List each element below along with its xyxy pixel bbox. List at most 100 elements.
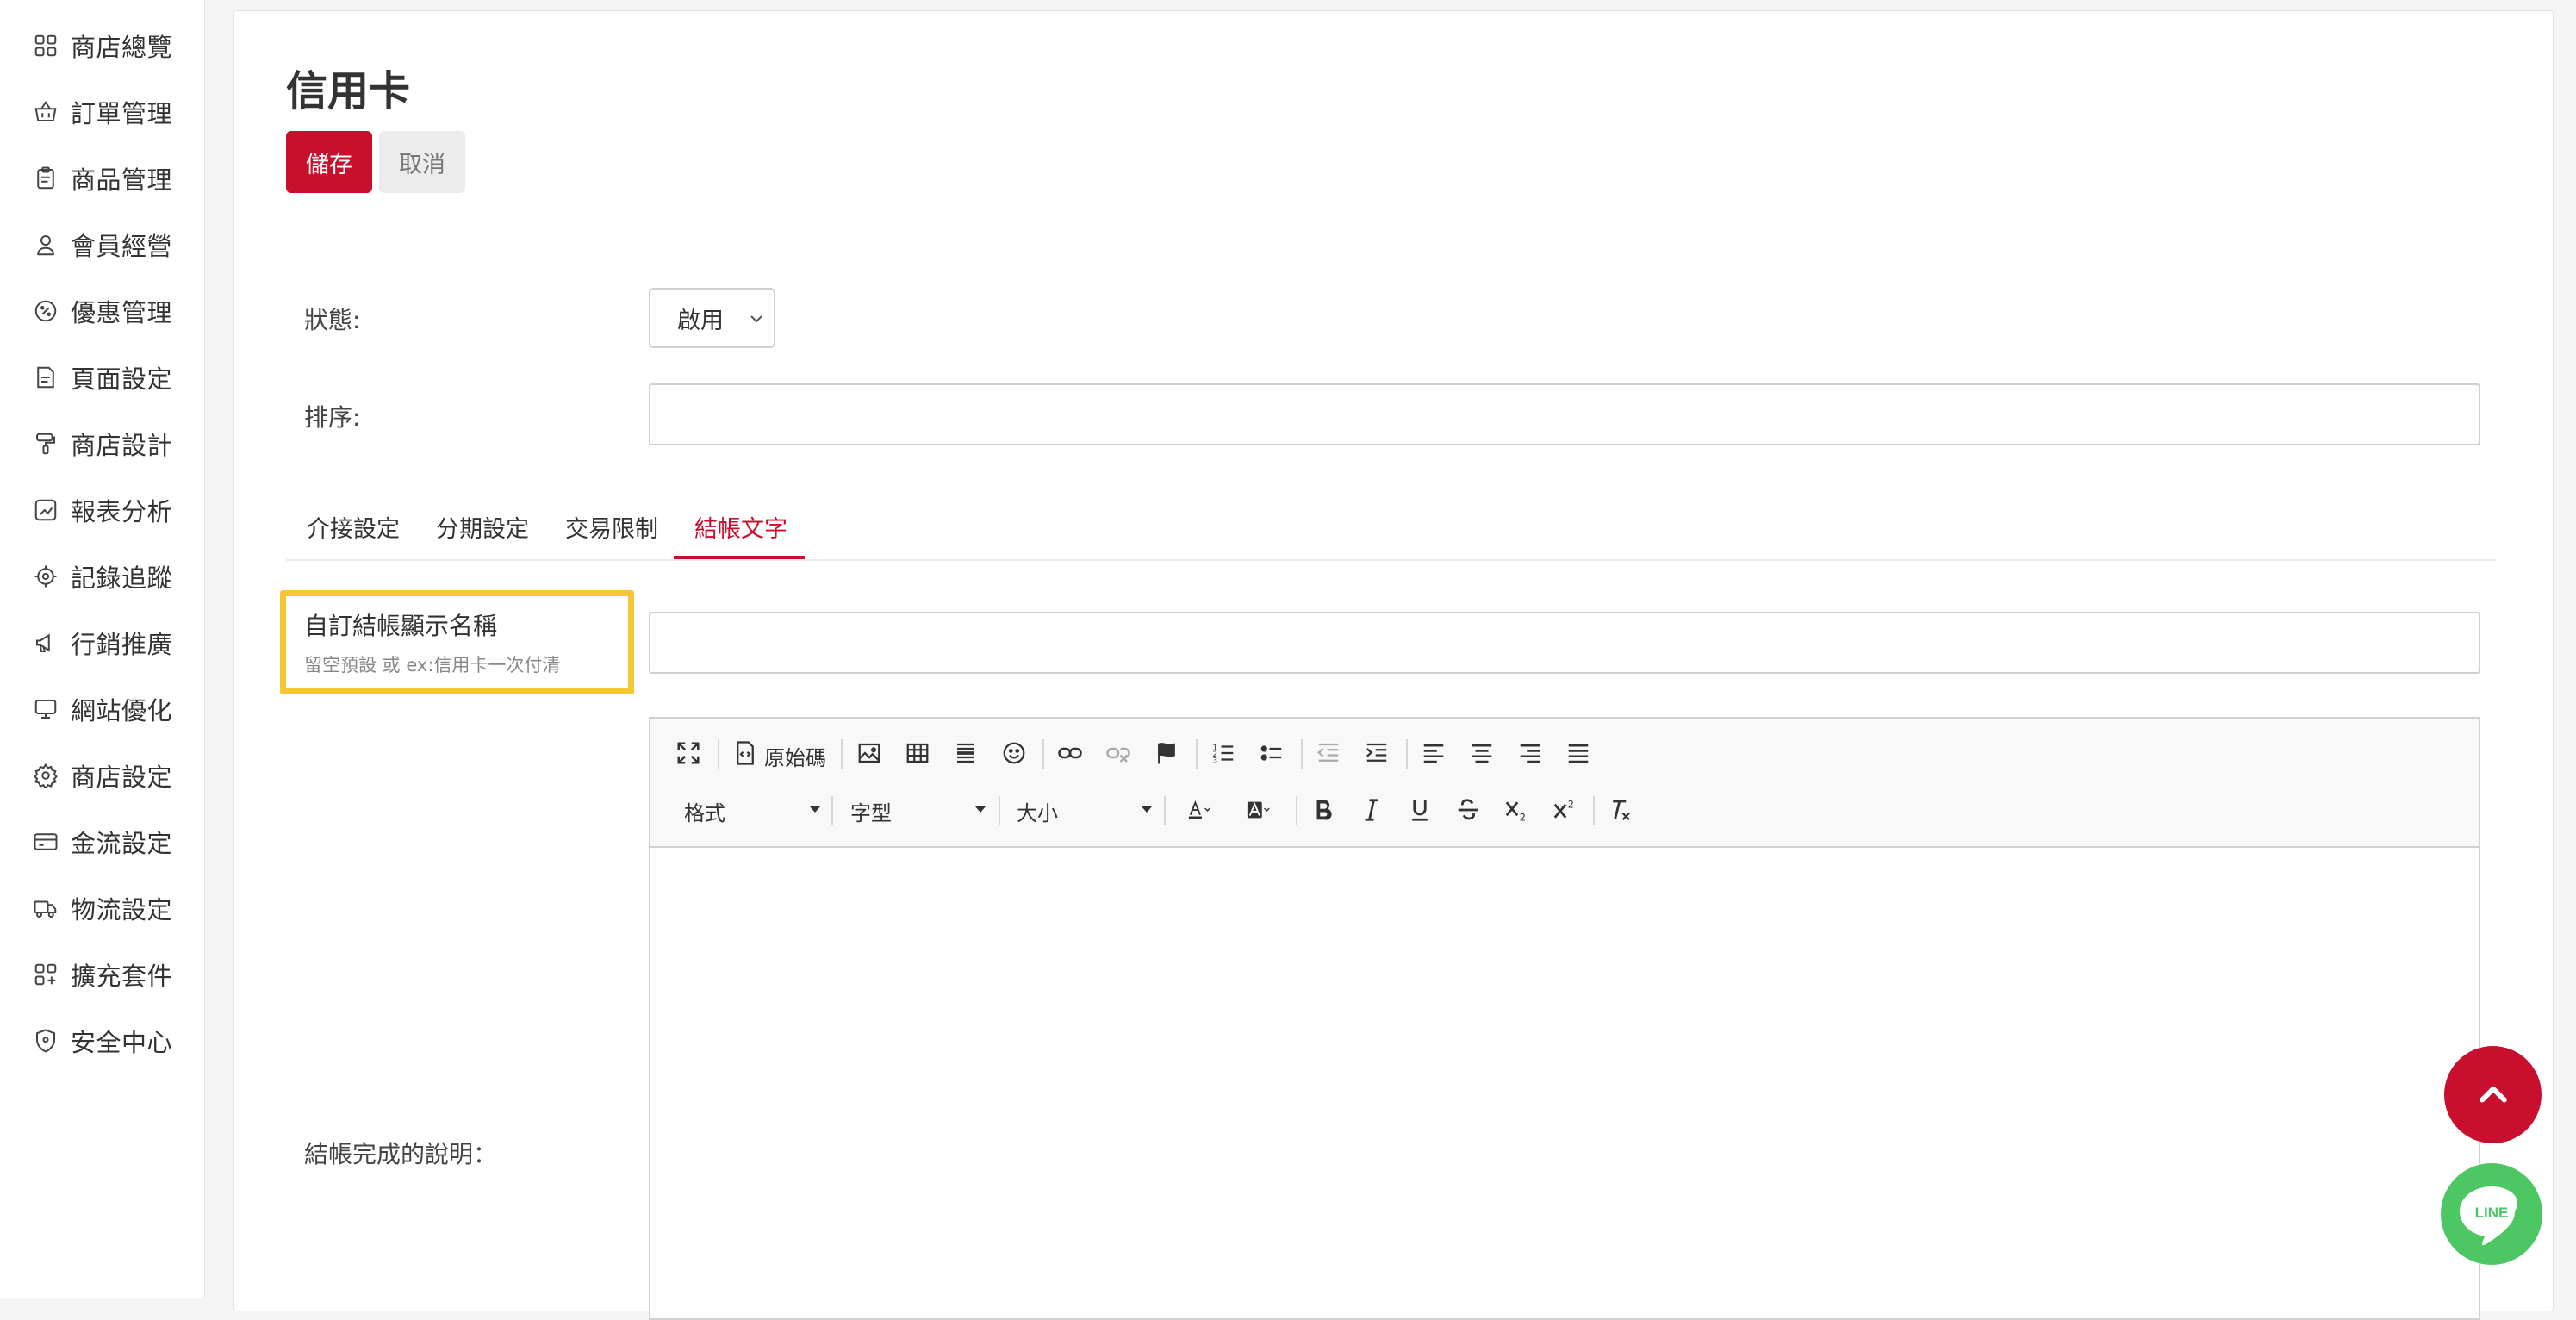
status-label: 狀態: [304, 306, 361, 334]
chevron-up-icon [2479, 1086, 2507, 1102]
chart-icon [34, 499, 57, 521]
sidebar-item-label: 安全中心 [71, 1028, 173, 1057]
sidebar-item-promotions[interactable]: 優惠管理 [33, 290, 172, 333]
toolbar-separator [831, 796, 833, 825]
basket-icon [34, 100, 57, 121]
font-dropdown[interactable]: 字型 [850, 793, 988, 827]
display-name-input[interactable] [649, 612, 2480, 674]
sidebar-item-label: 物流設定 [71, 895, 173, 925]
background-color-icon[interactable] [1238, 794, 1279, 825]
align-right-icon[interactable] [1515, 738, 1546, 769]
image-icon[interactable] [854, 738, 885, 769]
status-select[interactable]: 啟用 [649, 288, 775, 348]
toolbar-separator [841, 739, 843, 769]
cancel-button[interactable]: 取消 [379, 131, 465, 193]
text-color-icon[interactable] [1179, 794, 1221, 825]
tabs-divider [286, 559, 2497, 561]
dropdown-arrow-icon [810, 806, 820, 813]
truck-icon [34, 900, 57, 918]
tab-checkout-text[interactable]: 結帳文字 [694, 510, 787, 544]
underline-icon[interactable] [1404, 794, 1435, 825]
strikethrough-icon[interactable] [1453, 794, 1484, 825]
user-icon [37, 235, 54, 256]
sidebar-item-logistics[interactable]: 物流設定 [33, 887, 172, 930]
sidebar: 商店總覽 訂單管理 商品管理 會員經營 優惠管理 頁面設定 商店設計 報表分析 … [0, 0, 205, 1298]
line-chat-button[interactable]: LINE [2441, 1163, 2542, 1265]
size-dropdown[interactable]: 大小 [1017, 793, 1154, 827]
sidebar-item-members[interactable]: 會員經營 [33, 223, 172, 266]
source-code-button[interactable]: 原始碼 [764, 741, 826, 771]
format-dropdown[interactable]: 格式 [684, 793, 822, 827]
subscript-icon[interactable]: 2 [1501, 794, 1532, 825]
page-title: 信用卡 [286, 67, 411, 115]
italic-icon[interactable] [1356, 794, 1387, 825]
toolbar-separator [718, 739, 719, 769]
toolbar-separator [1296, 796, 1297, 825]
tab-installments[interactable]: 分期設定 [436, 510, 529, 544]
discount-badge-icon [34, 300, 57, 322]
sidebar-item-label: 頁面設定 [71, 364, 173, 394]
superscript-icon[interactable]: 2 [1549, 794, 1580, 825]
clear-formatting-icon[interactable] [1605, 794, 1636, 825]
status-select-value: 啟用 [677, 307, 724, 334]
gear-icon [34, 763, 58, 788]
toolbar-separator [1301, 739, 1303, 769]
align-center-icon[interactable] [1466, 738, 1497, 769]
anchor-flag-icon[interactable] [1151, 738, 1182, 769]
maximize-icon[interactable] [673, 738, 704, 769]
display-name-label: 自訂結帳顯示名稱 [304, 612, 498, 640]
sidebar-item-store-design[interactable]: 商店設計 [33, 422, 172, 465]
sidebar-item-label: 會員經營 [71, 232, 173, 261]
sidebar-item-payment[interactable]: 金流設定 [33, 820, 172, 863]
toolbar-separator [1042, 739, 1044, 769]
bold-icon[interactable] [1308, 794, 1339, 825]
sidebar-item-security[interactable]: 安全中心 [33, 1019, 172, 1062]
sidebar-item-orders[interactable]: 訂單管理 [33, 90, 172, 134]
active-tab-indicator [674, 556, 805, 559]
source-code-icon[interactable] [730, 738, 761, 769]
table-icon[interactable] [902, 738, 933, 769]
sidebar-item-marketing[interactable]: 行銷推廣 [33, 621, 172, 664]
sidebar-item-label: 金流設定 [71, 829, 173, 858]
indent-icon[interactable] [1361, 738, 1392, 769]
clipboard-icon [37, 166, 54, 190]
paint-roller-icon [36, 433, 55, 455]
sidebar-item-products[interactable]: 商品管理 [33, 157, 172, 200]
sidebar-item-tracking[interactable]: 記錄追蹤 [33, 555, 172, 598]
font-dropdown-label: 字型 [850, 801, 892, 825]
sidebar-item-label: 商店設計 [71, 431, 173, 460]
tab-integration[interactable]: 介接設定 [307, 510, 400, 544]
rich-text-editor: 原始碼 123 格式 字型 大小 2 2 [649, 717, 2480, 1320]
align-left-icon[interactable] [1418, 738, 1449, 769]
plugin-icon [34, 963, 57, 986]
align-justify-icon[interactable] [1563, 738, 1594, 769]
numbered-list-icon[interactable]: 123 [1208, 738, 1239, 769]
sort-input[interactable] [649, 383, 2480, 445]
unlink-icon[interactable] [1103, 738, 1134, 769]
emoji-icon[interactable] [999, 738, 1030, 769]
sidebar-item-extensions[interactable]: 擴充套件 [33, 953, 172, 996]
toolbar-separator [1196, 739, 1198, 769]
dropdown-arrow-icon [975, 806, 986, 813]
svg-text:2: 2 [1520, 813, 1526, 824]
toolbar-separator [1406, 739, 1408, 769]
page-icon [37, 366, 54, 389]
sidebar-item-seo[interactable]: 網站優化 [33, 688, 172, 731]
outdent-icon[interactable] [1313, 738, 1344, 769]
sidebar-item-label: 擴充套件 [71, 962, 173, 991]
sidebar-item-reports[interactable]: 報表分析 [33, 489, 172, 532]
credit-card-icon [34, 833, 58, 850]
toolbar-separator [1593, 796, 1595, 825]
sidebar-item-store-settings[interactable]: 商店設定 [33, 754, 172, 797]
sidebar-item-label: 行銷推廣 [71, 630, 173, 659]
link-icon[interactable] [1055, 738, 1086, 769]
sidebar-item-store-overview[interactable]: 商店總覽 [33, 24, 172, 67]
dropdown-arrow-icon [1142, 806, 1152, 813]
horizontal-rule-icon[interactable] [950, 738, 981, 769]
toolbar-separator [999, 796, 1000, 825]
tab-transaction-limits[interactable]: 交易限制 [565, 510, 658, 544]
save-button[interactable]: 儲存 [286, 131, 372, 193]
bulleted-list-icon[interactable] [1256, 738, 1287, 769]
scroll-to-top-button[interactable] [2444, 1046, 2542, 1143]
sidebar-item-pages[interactable]: 頁面設定 [33, 356, 172, 399]
